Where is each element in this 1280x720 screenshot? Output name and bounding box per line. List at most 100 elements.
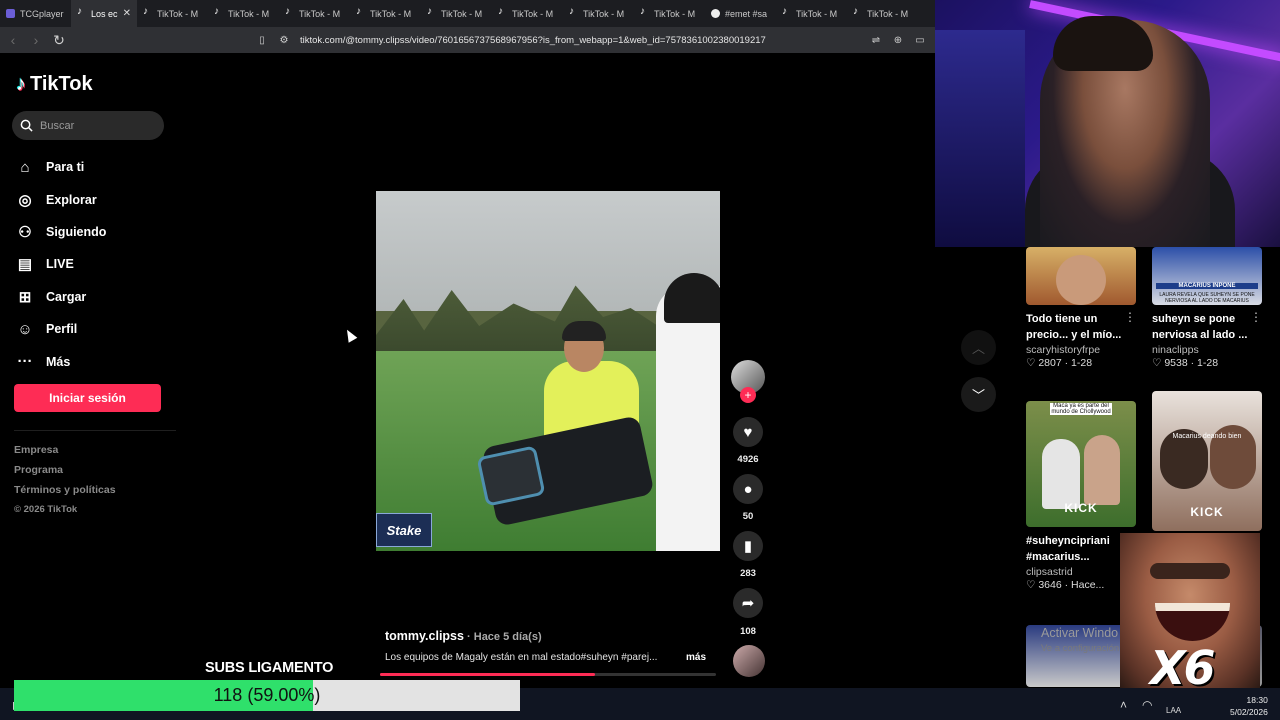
follow-plus-icon[interactable]: + [740,387,756,403]
tiktok-favicon-icon [782,6,791,18]
like-button[interactable]: ♥ [733,417,763,447]
search-icon [20,119,33,132]
thumbnail-text: LAURA REVELA QUE SUHEYN SE PONE NERVIOSA… [1159,292,1255,304]
browser-tab[interactable]: TCGplayer [0,0,71,27]
sidebar-item-cargar[interactable]: ⊞ Cargar [16,281,106,313]
search-input[interactable] [40,119,150,132]
webcam-poster [935,30,1025,247]
browser-tab[interactable]: TikTok - M [350,0,421,27]
clock-time: 18:30 [1246,695,1268,705]
recommendation-card[interactable]: Macarius deando bien KICK [1152,391,1264,531]
meme-mouth [1155,603,1230,641]
browser-tab[interactable]: TikTok - M [776,0,847,27]
sidebar-item-mas[interactable]: ··· Más [16,345,106,377]
tiktok-favicon-icon [569,6,578,18]
sidebar-item-siguiendo[interactable]: ⚇ Siguiendo [16,216,106,248]
browser-tab[interactable]: TikTok - M [208,0,279,27]
sidebar-item-label: Perfil [46,322,78,337]
author-name[interactable]: tommy.clipss [385,629,464,643]
video-thumbnail[interactable] [1026,247,1136,305]
tab-label: TikTok - M [228,8,270,19]
home-icon: ⌂ [20,158,30,176]
footer-link-programa[interactable]: Programa [14,464,116,484]
sidebar-item-perfil[interactable]: ☺ Perfil [16,313,106,345]
sidebar-item-live[interactable]: ▤ LIVE [16,248,106,280]
sidebar-divider [14,430,176,431]
comment-button[interactable]: ● [733,474,763,504]
browser-tab[interactable]: TikTok - M [563,0,634,27]
card-title[interactable]: Todo tiene un precio... y el mío... [1026,311,1130,343]
screen: TCGplayer Los ec ✕ TikTok - M TikTok - M TikT… [0,0,1280,720]
browser-tab[interactable]: TikTok - M [279,0,350,27]
previous-video-button[interactable]: ︿ [961,330,996,365]
video-progress-bar[interactable] [380,673,716,676]
sidebar-item-para-ti[interactable]: ⌂ Para ti [16,151,106,183]
card-stats: ♡ 9538 · 1-28 [1152,357,1219,369]
video-description: Los equipos de Magaly están en mal estad… [385,652,658,663]
close-tab-icon[interactable]: ✕ [123,8,131,19]
profile-icon: ☺ [17,320,33,338]
footer-link-terminos[interactable]: Términos y políticas [14,484,116,504]
video-thumbnail[interactable]: MACARIUS INPONE LAURA REVELA QUE SUHEYN … [1152,247,1262,305]
browser-tab[interactable]: TikTok - M [634,0,705,27]
meme-multiplier: X6 [1150,641,1215,688]
back-arrow-icon[interactable]: ‹ [3,30,23,50]
search-box[interactable] [12,111,164,140]
more-link[interactable]: más [686,652,706,663]
address-bar[interactable]: ▯ ⚙ tiktok.com/@tommy.clipss/video/76016… [256,31,926,49]
tiktok-favicon-icon [143,6,152,18]
next-video-button[interactable]: ﹀ [961,377,996,412]
tiktok-logo[interactable]: ♪ TikTok [16,73,93,96]
share-button[interactable]: ➦ [733,588,763,618]
recommendation-card[interactable]: Todo tiene un precio... y el mío... ⋮ sc… [1026,247,1138,369]
tray-chevron-icon[interactable]: ˄ [1120,698,1127,712]
browser-tab[interactable]: TikTok - M [421,0,492,27]
browser-tab[interactable]: Los ec ✕ [71,0,137,27]
stake-logo: Stake [376,513,432,547]
sidebar-item-explorar[interactable]: ◎ Explorar [16,183,106,215]
tiktok-favicon-icon [498,6,507,18]
browser-tab[interactable]: TikTok - M [137,0,208,27]
heart-outline-icon: ♡ [1026,579,1036,591]
tab-label: TikTok - M [441,8,483,19]
forward-arrow-icon[interactable]: › [26,30,46,50]
browser-tab[interactable]: TikTok - M [847,0,918,27]
translate-icon[interactable]: ⇌ [870,34,882,46]
taskbar-clock[interactable]: 18:30 5/02/2026 [1230,694,1268,718]
site-info-icon[interactable]: ⚙ [278,34,290,46]
url-text[interactable]: tiktok.com/@tommy.clipss/video/760165673… [300,35,860,46]
video-thumbnail[interactable]: Macarius deando bien KICK [1152,391,1262,531]
card-author[interactable]: scaryhistoryfrpe [1026,344,1138,356]
meme-overlay: X6 [1120,533,1260,688]
card-title[interactable]: suheyn se pone nerviosa al lado ... [1152,311,1256,343]
save-button[interactable]: ▮ [733,531,763,561]
thumbnail-heading: MACARIUS INPONE [1156,283,1258,289]
card-title[interactable]: #suheyncipriani #macarius... [1026,533,1130,565]
browser-tab[interactable]: TikTok - M [492,0,563,27]
music-disc-avatar[interactable] [733,645,765,677]
reload-icon[interactable]: ↻ [49,30,69,50]
cast-icon[interactable]: ▭ [914,34,926,46]
tiktok-favicon-icon [214,6,223,18]
card-author[interactable]: ninaclipps [1152,344,1264,356]
browser-tab[interactable]: #emet #sa [705,0,776,27]
video-thumbnail[interactable]: Maca ya es parte del mundo de Chollywood… [1026,401,1136,527]
wifi-icon[interactable]: ◠ [1142,698,1152,712]
bookmark-icon[interactable]: ▯ [256,34,268,46]
footer-link-empresa[interactable]: Empresa [14,444,116,464]
sidebar-item-label: Cargar [46,289,87,304]
webcam-hair [1053,16,1153,71]
recommendation-card[interactable]: MACARIUS INPONE LAURA REVELA QUE SUHEYN … [1152,247,1264,369]
kebab-menu-icon[interactable]: ⋮ [1124,310,1136,324]
tiktok-favicon-icon [853,6,862,18]
upload-icon: ⊞ [18,288,32,306]
subs-goal-text: 118 (59.00%) [213,685,321,705]
activate-windows-subtitle: Ve a configuración [1041,643,1120,654]
login-button[interactable]: Iniciar sesión [14,384,161,412]
video-frame-hair [562,321,606,341]
video-player[interactable]: Stake [376,191,720,551]
language-indicator[interactable]: LAA [1166,706,1181,715]
kebab-menu-icon[interactable]: ⋮ [1250,310,1262,324]
zoom-icon[interactable]: ⊕ [892,34,904,46]
sidebar-footer: Empresa Programa Términos y políticas © … [14,444,116,515]
